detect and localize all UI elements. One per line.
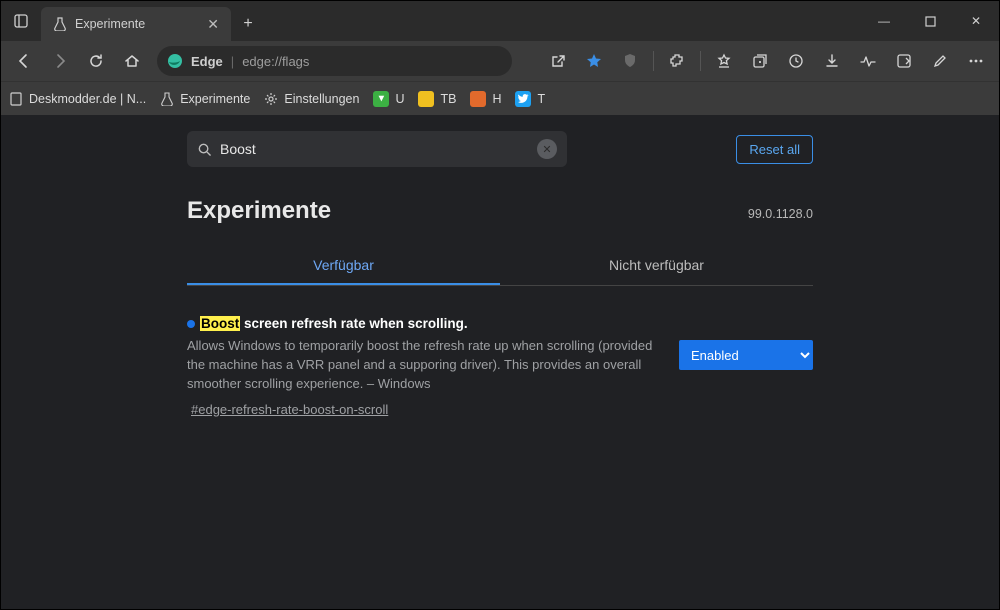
bookmark-u[interactable]: ▾ U xyxy=(373,91,404,107)
bookmark-h[interactable]: H xyxy=(470,91,501,107)
new-tab-button[interactable]: + xyxy=(231,15,265,33)
bookmark-label: TB xyxy=(440,92,456,106)
flag-state-select[interactable]: Enabled xyxy=(679,340,813,370)
flags-search-box[interactable]: ✕ xyxy=(187,131,567,167)
flag-hash-link[interactable]: #edge-refresh-rate-boost-on-scroll xyxy=(191,402,388,417)
version-label: 99.0.1128.0 xyxy=(748,207,813,221)
favicon-icon xyxy=(470,91,486,107)
tab-title: Experimente xyxy=(75,17,145,31)
flask-icon xyxy=(160,92,174,106)
gear-icon xyxy=(264,92,278,106)
bookmark-label: Einstellungen xyxy=(284,92,359,106)
flag-description: Allows Windows to temporarily boost the … xyxy=(187,337,659,394)
tab-available[interactable]: Verfügbar xyxy=(187,247,500,285)
titlebar: Experimente ✕ + — ✕ xyxy=(1,1,999,41)
bookmark-label: T xyxy=(537,92,545,106)
bookmark-tb[interactable]: TB xyxy=(418,91,456,107)
bookmark-label: H xyxy=(492,92,501,106)
more-menu-icon[interactable] xyxy=(959,45,993,77)
bookmark-deskmodder[interactable]: Deskmodder.de | N... xyxy=(9,92,146,106)
modified-dot-icon xyxy=(187,320,195,328)
tab-actions-icon[interactable] xyxy=(1,14,41,28)
bookmark-t[interactable]: T xyxy=(515,91,545,107)
page-title: Experimente xyxy=(187,197,331,225)
browser-tab[interactable]: Experimente ✕ xyxy=(41,7,231,41)
favicon-icon: ▾ xyxy=(373,91,389,107)
flag-item: Boost screen refresh rate when scrolling… xyxy=(187,316,813,419)
bookmark-experimente[interactable]: Experimente xyxy=(160,92,250,106)
share-icon[interactable] xyxy=(541,45,575,77)
minimize-button[interactable]: — xyxy=(861,1,907,41)
search-icon xyxy=(197,142,212,157)
edge-logo-icon xyxy=(167,53,183,69)
search-input[interactable] xyxy=(220,141,529,157)
flag-title-highlight: Boost xyxy=(200,316,240,331)
forward-button[interactable] xyxy=(43,45,77,77)
shield-icon[interactable] xyxy=(613,45,647,77)
close-window-button[interactable]: ✕ xyxy=(953,1,999,41)
address-separator: | xyxy=(231,54,234,69)
bookmark-label: U xyxy=(395,92,404,106)
favorite-star-icon[interactable] xyxy=(577,45,611,77)
page-content: ✕ Reset all Experimente 99.0.1128.0 Verf… xyxy=(1,115,999,609)
back-button[interactable] xyxy=(7,45,41,77)
extensions-icon[interactable] xyxy=(660,45,694,77)
flags-tabs: Verfügbar Nicht verfügbar xyxy=(187,247,813,286)
toolbar: Edge | edge://flags xyxy=(1,41,999,81)
address-label: Edge xyxy=(191,54,223,69)
clear-search-icon[interactable]: ✕ xyxy=(537,139,557,159)
twitter-icon xyxy=(515,91,531,107)
collections-icon[interactable] xyxy=(743,45,777,77)
refresh-button[interactable] xyxy=(79,45,113,77)
page-icon xyxy=(9,92,23,106)
flag-title: Boost screen refresh rate when scrolling… xyxy=(187,316,659,331)
favorites-list-icon[interactable] xyxy=(707,45,741,77)
bookmarks-bar: Deskmodder.de | N... Experimente Einstel… xyxy=(1,81,999,115)
downloads-icon[interactable] xyxy=(815,45,849,77)
bookmark-einstellungen[interactable]: Einstellungen xyxy=(264,92,359,106)
maximize-button[interactable] xyxy=(907,1,953,41)
history-icon[interactable] xyxy=(779,45,813,77)
flask-icon xyxy=(53,17,67,31)
tab-unavailable[interactable]: Nicht verfügbar xyxy=(500,247,813,285)
favicon-icon xyxy=(418,91,434,107)
performance-icon[interactable] xyxy=(851,45,885,77)
close-tab-icon[interactable]: ✕ xyxy=(207,16,219,33)
bookmark-label: Experimente xyxy=(180,92,250,106)
edit-icon[interactable] xyxy=(923,45,957,77)
address-bar[interactable]: Edge | edge://flags xyxy=(157,46,512,76)
bookmark-label: Deskmodder.de | N... xyxy=(29,92,146,106)
app-icon[interactable] xyxy=(887,45,921,77)
address-url: edge://flags xyxy=(242,54,309,69)
home-button[interactable] xyxy=(115,45,149,77)
flag-title-rest: screen refresh rate when scrolling. xyxy=(240,316,467,331)
reset-all-button[interactable]: Reset all xyxy=(736,135,813,164)
